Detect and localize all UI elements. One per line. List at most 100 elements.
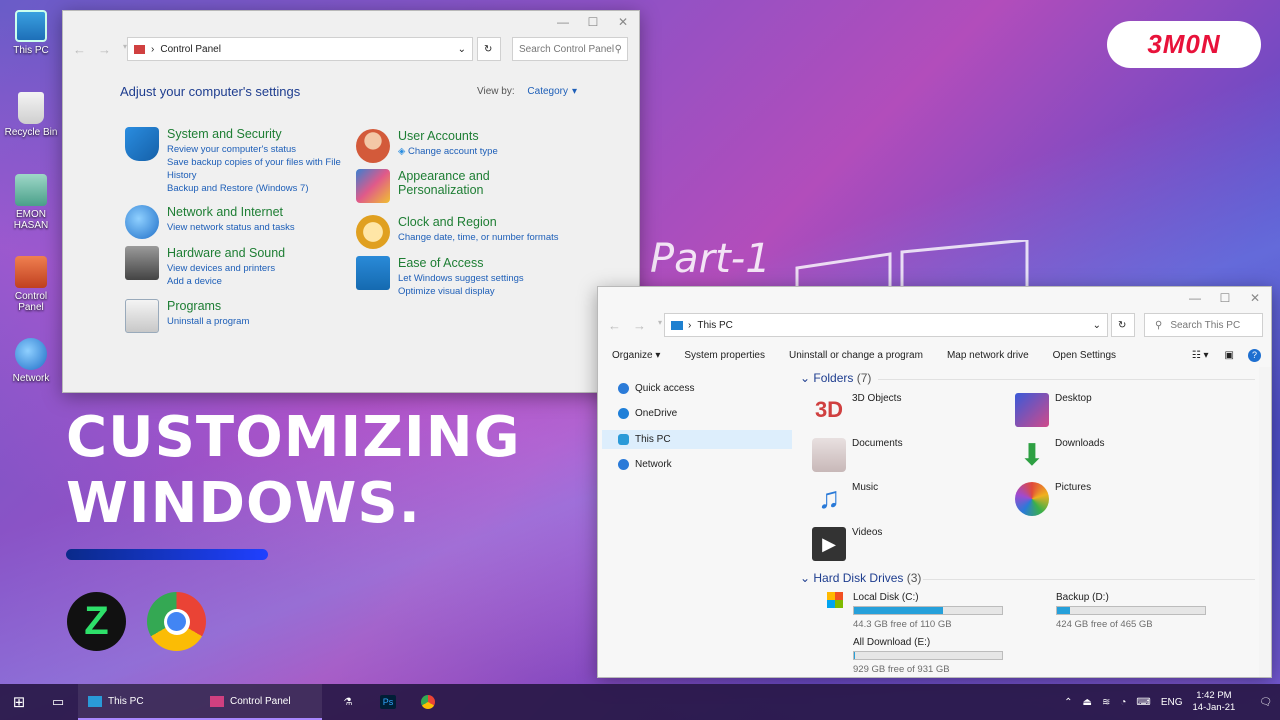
- star-icon: [618, 383, 629, 394]
- taskbar-app-control-panel[interactable]: Control Panel: [200, 684, 322, 720]
- desktop-icon-control-panel[interactable]: Control Panel: [2, 256, 60, 313]
- 3d-objects-icon: 3D: [814, 397, 844, 422]
- close-button[interactable]: ✕: [1245, 291, 1265, 305]
- window-controls: — ☐ ✕: [553, 15, 633, 29]
- control-panel-window[interactable]: — ☐ ✕ ← → ▾ › Control Panel ⌄ ↻ Search C…: [62, 10, 640, 393]
- refresh-button[interactable]: ↻: [477, 37, 501, 61]
- monitor-icon: [15, 10, 47, 42]
- search-icon: ⚲: [614, 43, 622, 55]
- folder-3d-objects[interactable]: 3D 3D Objects: [812, 393, 902, 427]
- taskbar-app-this-pc[interactable]: This PC: [78, 684, 200, 720]
- organize-button[interactable]: Organize ▾: [612, 350, 660, 361]
- recent-dropdown-icon[interactable]: ▾: [658, 318, 662, 333]
- pinned-app-icon[interactable]: ⚗: [328, 684, 368, 720]
- chevron-up-icon[interactable]: ⌃: [1064, 697, 1072, 708]
- address-bar[interactable]: › This PC ⌄: [664, 313, 1108, 337]
- folder-desktop[interactable]: Desktop: [1015, 393, 1092, 427]
- desktop-icon-network[interactable]: Network: [2, 338, 60, 384]
- chevron-down-icon[interactable]: ▾: [572, 86, 577, 97]
- drive-d[interactable]: Backup (D:) 424 GB free of 465 GB: [1056, 592, 1206, 630]
- photoshop-icon[interactable]: Ps: [368, 684, 408, 720]
- preview-pane-icon[interactable]: ▣: [1225, 350, 1234, 361]
- back-arrow-icon[interactable]: ←: [73, 42, 86, 57]
- view-by-dropdown[interactable]: Category: [527, 86, 568, 97]
- forward-arrow-icon[interactable]: →: [98, 42, 111, 57]
- nav-item-network[interactable]: Network: [602, 455, 792, 474]
- nav-item-this-pc[interactable]: This PC: [602, 430, 792, 449]
- notification-icon[interactable]: 🗨: [1259, 697, 1272, 708]
- chevron-down-icon: ⌄: [800, 371, 814, 385]
- keyboard-icon[interactable]: ⌨: [1136, 697, 1150, 708]
- address-bar[interactable]: › Control Panel ⌄: [127, 37, 473, 61]
- download-arrow-icon: ⬇: [1019, 438, 1045, 472]
- desktop-icon-this-pc[interactable]: This PC: [2, 10, 60, 56]
- forward-arrow-icon[interactable]: →: [633, 318, 646, 333]
- explorer-window[interactable]: — ☐ ✕ ← → ▾ › This PC ⌄ ↻ ⚲ Search This …: [597, 286, 1272, 678]
- nav-item-onedrive[interactable]: OneDrive: [602, 404, 792, 423]
- refresh-button[interactable]: ↻: [1111, 313, 1135, 337]
- map-network-drive-button[interactable]: Map network drive: [947, 350, 1029, 361]
- search-icon: ⚲: [1155, 319, 1163, 331]
- chevron-down-icon: ⌄: [800, 571, 814, 585]
- globe-icon: [618, 459, 629, 470]
- wifi-icon[interactable]: ◔: [1120, 697, 1126, 708]
- cloud-icon: [618, 408, 629, 419]
- language-indicator[interactable]: ENG: [1161, 697, 1183, 708]
- page-title: Adjust your computer's settings: [120, 84, 301, 99]
- desktop-icon-user-folder[interactable]: EMON HASAN: [2, 174, 60, 231]
- breadcrumb[interactable]: Control Panel: [160, 44, 221, 55]
- chrome-icon[interactable]: [408, 684, 448, 720]
- drive-usage-fill: [1057, 607, 1071, 614]
- breadcrumb[interactable]: This PC: [697, 320, 733, 331]
- folder-pictures[interactable]: Pictures: [1015, 482, 1091, 516]
- usb-icon[interactable]: ⏏: [1083, 697, 1092, 708]
- folders-header[interactable]: ⌄ Folders (7): [800, 371, 871, 385]
- folder-videos[interactable]: ▶ Videos: [812, 527, 882, 561]
- maximize-button[interactable]: ☐: [583, 15, 603, 29]
- vertical-scrollbar[interactable]: [1259, 367, 1271, 677]
- start-button[interactable]: ⊞: [0, 684, 38, 720]
- system-properties-button[interactable]: System properties: [684, 350, 765, 361]
- open-settings-button[interactable]: Open Settings: [1053, 350, 1116, 361]
- category-clock-region[interactable]: Clock and Region Change date, time, or n…: [356, 215, 586, 249]
- user-icon: [15, 174, 47, 206]
- shield-icon: [125, 127, 159, 161]
- close-button[interactable]: ✕: [613, 15, 633, 29]
- category-ease-of-access[interactable]: Ease of Access Let Windows suggest setti…: [356, 256, 586, 298]
- drive-c[interactable]: Local Disk (C:) 44.3 GB free of 110 GB: [827, 592, 1003, 630]
- category-system-security[interactable]: System and Security Review your computer…: [125, 127, 355, 195]
- task-view-icon[interactable]: ▭: [38, 684, 78, 720]
- category-network-internet[interactable]: Network and Internet View network status…: [125, 205, 355, 239]
- desktop-icon-recycle-bin[interactable]: Recycle Bin: [2, 92, 60, 138]
- minimize-button[interactable]: —: [1185, 291, 1205, 305]
- search-input[interactable]: ⚲ Search This PC: [1144, 313, 1263, 337]
- document-icon: [812, 438, 846, 472]
- drives-header[interactable]: ⌄ Hard Disk Drives (3): [800, 571, 921, 585]
- drive-usage-bar: [853, 651, 1003, 660]
- back-arrow-icon[interactable]: ←: [608, 318, 621, 333]
- search-input[interactable]: Search Control Panel ⚲: [512, 37, 628, 61]
- category-programs[interactable]: Programs Uninstall a program: [125, 299, 355, 333]
- address-dropdown-icon[interactable]: ⌄: [1093, 320, 1101, 331]
- folder-downloads[interactable]: ⬇ Downloads: [1015, 438, 1104, 472]
- category-hardware-sound[interactable]: Hardware and Sound View devices and prin…: [125, 246, 355, 288]
- user-icon: [356, 129, 390, 163]
- view-options-icon[interactable]: ☷ ▾: [1192, 350, 1209, 361]
- category-appearance-personalization[interactable]: Appearance and Personalization: [356, 169, 506, 203]
- uninstall-program-button[interactable]: Uninstall or change a program: [789, 350, 923, 361]
- folder-documents[interactable]: Documents: [812, 438, 903, 472]
- help-icon[interactable]: ?: [1248, 348, 1261, 362]
- part-label: Part-1: [650, 236, 771, 282]
- drive-e[interactable]: All Download (E:) 929 GB free of 931 GB: [853, 637, 1003, 675]
- globe-icon: [125, 205, 159, 239]
- clock[interactable]: 1:42 PM 14-Jan-21: [1193, 690, 1236, 714]
- folder-music[interactable]: ♫ Music: [812, 482, 878, 516]
- network-icon[interactable]: ≋: [1102, 697, 1110, 708]
- windows-drive-icon: [827, 592, 843, 608]
- nav-item-quick-access[interactable]: Quick access: [602, 379, 792, 398]
- address-dropdown-icon[interactable]: ⌄: [458, 44, 466, 55]
- maximize-button[interactable]: ☐: [1215, 291, 1235, 305]
- breadcrumb-chevron-icon: ›: [151, 43, 155, 55]
- minimize-button[interactable]: —: [553, 15, 573, 29]
- category-user-accounts[interactable]: User Accounts ◈ Change account type: [356, 129, 586, 163]
